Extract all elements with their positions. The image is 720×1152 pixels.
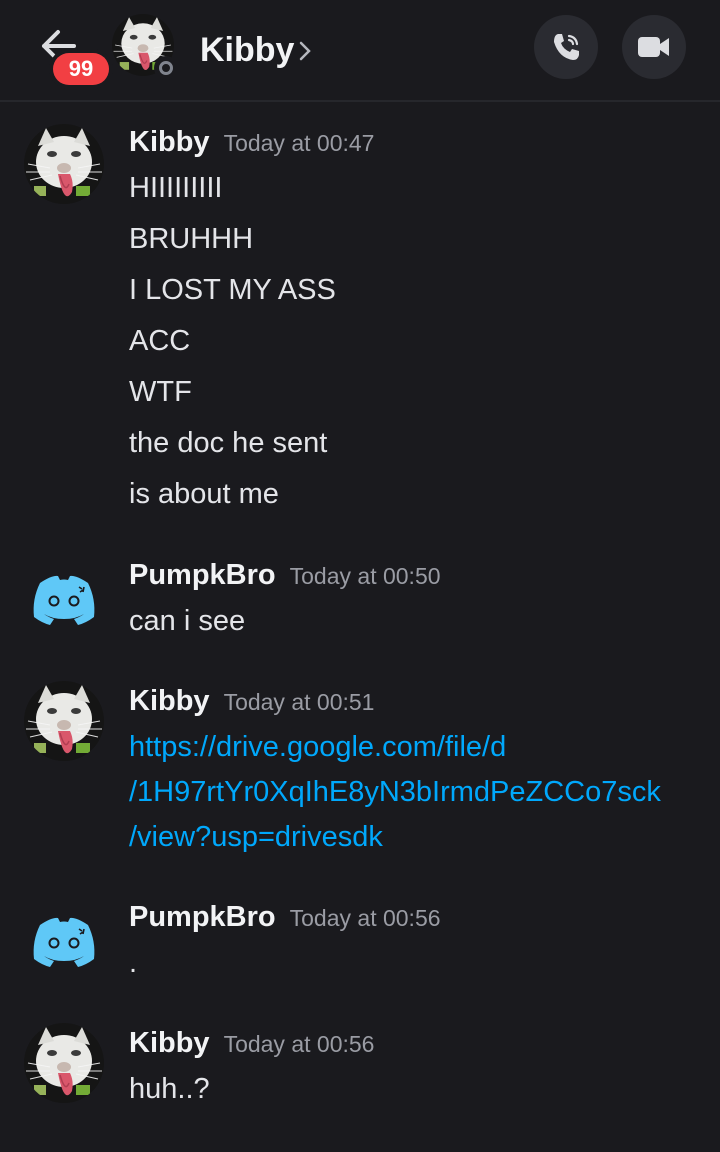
contact-avatar[interactable] [112, 14, 178, 80]
chevron-right-icon[interactable] [298, 40, 312, 67]
drive-link[interactable]: /view?usp=drivesdk [129, 821, 383, 854]
message-timestamp: Today at 00:51 [223, 689, 375, 715]
message-timestamp: Today at 00:47 [223, 130, 375, 156]
discord-default-avatar[interactable] [24, 901, 104, 981]
author-name[interactable]: PumpkBro [129, 901, 276, 933]
cat-avatar[interactable] [24, 124, 104, 204]
message-header: PumpkBro Today at 00:56 [129, 901, 441, 934]
drive-link[interactable]: https://drive.google.com/file/d [129, 731, 506, 764]
message-text: huh..? [129, 1073, 210, 1105]
message-header: PumpkBro Today at 00:50 [129, 559, 441, 592]
message-timestamp: Today at 00:56 [223, 1031, 375, 1057]
author-name[interactable]: Kibby [129, 126, 210, 158]
cat-avatar[interactable] [24, 1023, 104, 1103]
message-header: Kibby Today at 00:51 [129, 685, 374, 718]
message-text: . [129, 947, 138, 979]
video-camera-icon [638, 37, 669, 57]
message-text: HIIIIIIIII [129, 172, 223, 204]
author-name[interactable]: Kibby [129, 685, 210, 717]
message-text: WTF [129, 376, 192, 408]
voice-call-button[interactable] [534, 15, 598, 79]
dm-screen: 99 Kibby Kibby Today at 00:47 HIIIIIIIII… [0, 0, 720, 1152]
unread-badge: 99 [53, 53, 109, 85]
message-text: BRUHHH [129, 223, 254, 255]
drive-link[interactable]: /1H97rtYr0XqIhE8yN3bIrmdPeZCCo7sck [129, 776, 661, 809]
message-list: Kibby Today at 00:47 HIIIIIIIII BRUHHH I … [0, 102, 720, 1152]
cat-avatar[interactable] [24, 681, 104, 761]
message-timestamp: Today at 00:50 [289, 563, 441, 589]
message-text: is about me [129, 478, 279, 510]
message-header: Kibby Today at 00:47 [129, 126, 374, 159]
offline-status-icon [154, 56, 178, 80]
message-text: can i see [129, 605, 246, 637]
message-timestamp: Today at 00:56 [289, 905, 441, 931]
message-text: ACC [129, 325, 191, 357]
message-text: the doc he sent [129, 427, 328, 459]
phone-icon [554, 34, 579, 60]
message-text: I LOST MY ASS [129, 274, 336, 306]
author-name[interactable]: PumpkBro [129, 559, 276, 591]
video-call-button[interactable] [622, 15, 686, 79]
contact-name[interactable]: Kibby [200, 28, 294, 72]
message-header: Kibby Today at 00:56 [129, 1027, 374, 1060]
dm-header: 99 Kibby [0, 0, 720, 102]
author-name[interactable]: Kibby [129, 1027, 210, 1059]
discord-default-avatar[interactable] [24, 559, 104, 639]
